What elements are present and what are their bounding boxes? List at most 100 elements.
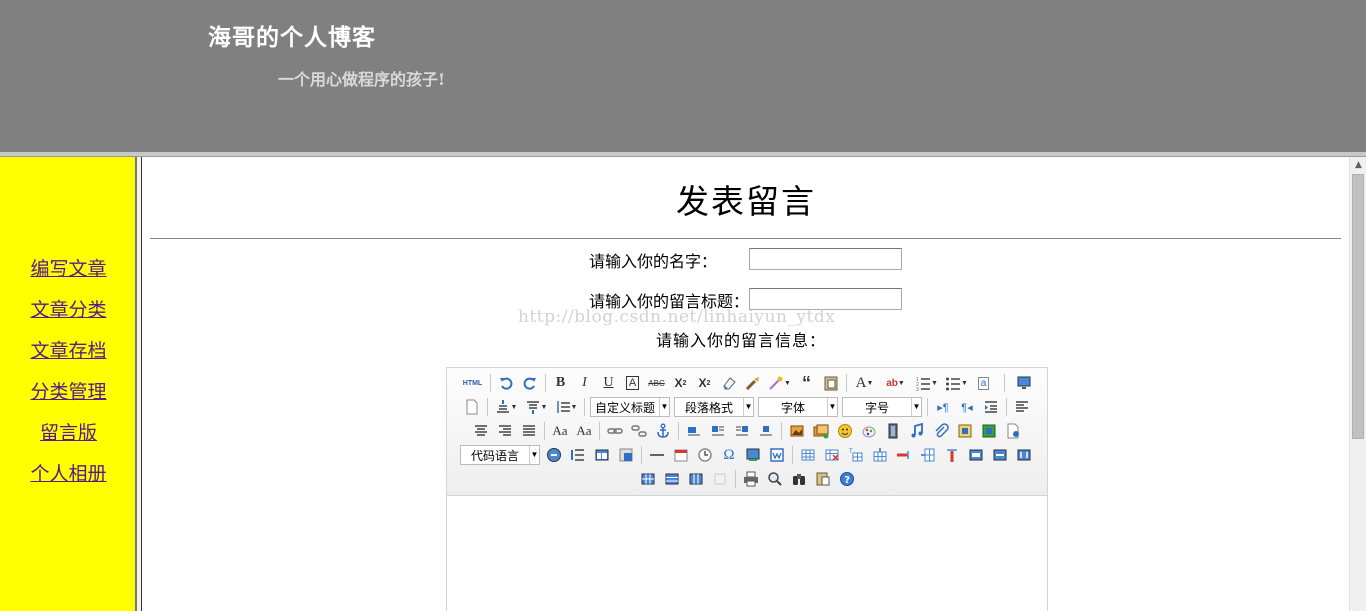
- lowercase-icon[interactable]: Aa: [574, 421, 594, 441]
- superscript-icon[interactable]: X2: [671, 373, 691, 393]
- row-spacing-top-icon[interactable]: ▼: [493, 397, 519, 417]
- image-center-icon[interactable]: [756, 421, 776, 441]
- editor-content-area[interactable]: [447, 497, 1047, 611]
- scrollbar-thumb[interactable]: [1352, 174, 1364, 439]
- rtl-direction-icon[interactable]: ¶◂: [957, 397, 977, 417]
- html-source-icon[interactable]: HTML: [461, 373, 485, 393]
- template-icon[interactable]: [592, 445, 612, 465]
- select-all-icon[interactable]: a: [974, 373, 994, 393]
- delete-table-icon[interactable]: [822, 445, 842, 465]
- chart-icon[interactable]: [710, 469, 730, 489]
- row-spacing-bottom-icon[interactable]: ▼: [523, 397, 549, 417]
- binoculars-icon[interactable]: [789, 469, 809, 489]
- auto-format-icon[interactable]: ▼: [767, 373, 793, 393]
- preview-icon[interactable]: [1014, 373, 1034, 393]
- paragraph-format-select[interactable]: 段落格式 ▼: [674, 397, 754, 417]
- vertical-scrollbar[interactable]: ▲: [1349, 157, 1366, 611]
- sidebar-item-guestbook[interactable]: 留言版: [0, 419, 137, 460]
- highlight-color-icon[interactable]: ab ▼: [882, 373, 910, 393]
- image-right-icon[interactable]: [732, 421, 752, 441]
- new-document-icon[interactable]: [462, 397, 482, 417]
- paste-plain-icon[interactable]: [821, 373, 841, 393]
- split-to-cols-icon[interactable]: [686, 469, 706, 489]
- strikethrough-icon[interactable]: ABC: [647, 373, 667, 393]
- split-to-rows-icon[interactable]: [662, 469, 682, 489]
- insert-paragraph-before-table-icon[interactable]: T: [846, 445, 866, 465]
- delete-col-icon[interactable]: [942, 445, 962, 465]
- insert-row-icon[interactable]: [870, 445, 890, 465]
- directory-icon[interactable]: [568, 445, 588, 465]
- image-none-icon[interactable]: [684, 421, 704, 441]
- special-chars-icon[interactable]: Ω: [719, 445, 739, 465]
- split-to-cells-icon[interactable]: [638, 469, 658, 489]
- name-input[interactable]: [749, 248, 902, 270]
- indent-icon[interactable]: [981, 397, 1001, 417]
- rich-text-editor: HTML B I U A ABC X2 X2 ▼ “ A ▼ ab ▼ 1 2 …: [446, 367, 1048, 611]
- ltr-direction-icon[interactable]: ▸¶: [933, 397, 953, 417]
- font-family-select[interactable]: 字体 ▼: [758, 397, 838, 417]
- anchor-icon[interactable]: [653, 421, 673, 441]
- blockquote-icon[interactable]: “: [797, 373, 817, 393]
- underline-icon[interactable]: U: [599, 373, 619, 393]
- merge-right-icon[interactable]: [990, 445, 1010, 465]
- unlink-icon[interactable]: [629, 421, 649, 441]
- line-height-icon[interactable]: ▼: [553, 397, 579, 417]
- subscript-icon[interactable]: X2: [695, 373, 715, 393]
- print-icon[interactable]: [741, 469, 761, 489]
- bold-icon[interactable]: B: [551, 373, 571, 393]
- scroll-up-arrow-icon[interactable]: ▲: [1350, 157, 1366, 174]
- date-icon[interactable]: [671, 445, 691, 465]
- help-icon[interactable]: ?: [837, 469, 857, 489]
- align-right-icon[interactable]: [495, 421, 515, 441]
- align-justify-icon[interactable]: [519, 421, 539, 441]
- attachment-icon[interactable]: [931, 421, 951, 441]
- sidebar: 编写文章 文章分类 文章存档 分类管理 留言版 个人相册: [0, 157, 137, 611]
- snapscreen-icon[interactable]: [743, 445, 763, 465]
- unordered-list-icon[interactable]: ▼: [944, 373, 970, 393]
- sidebar-item-article-categories[interactable]: 文章分类: [0, 296, 137, 337]
- align-left-icon[interactable]: [1012, 397, 1032, 417]
- word-image-icon[interactable]: [767, 445, 787, 465]
- search-replace-icon[interactable]: [765, 469, 785, 489]
- insert-col-icon[interactable]: [918, 445, 938, 465]
- multi-image-icon[interactable]: [811, 421, 831, 441]
- time-icon[interactable]: [695, 445, 715, 465]
- font-color-icon[interactable]: A ▼: [852, 373, 878, 393]
- undo-icon[interactable]: [496, 373, 516, 393]
- eraser-icon[interactable]: [719, 373, 739, 393]
- sidebar-item-write-article[interactable]: 编写文章: [0, 255, 137, 296]
- format-painter-icon[interactable]: [743, 373, 763, 393]
- emotion-icon[interactable]: [835, 421, 855, 441]
- merge-down-icon[interactable]: [1014, 445, 1034, 465]
- clipboard-icon[interactable]: [813, 469, 833, 489]
- toolbar-row: ▼ ▼ ▼ 自定义标题 ▼ 段落格式 ▼ 字体 ▼ 字号 ▼ ▸¶ ¶◂: [447, 395, 1047, 419]
- insert-image-icon[interactable]: [787, 421, 807, 441]
- ordered-list-icon[interactable]: 1 2 3 ▼: [914, 373, 940, 393]
- sidebar-item-photo-album[interactable]: 个人相册: [0, 460, 137, 501]
- horizontal-rule-icon[interactable]: [647, 445, 667, 465]
- italic-icon[interactable]: I: [575, 373, 595, 393]
- insert-frame-icon[interactable]: [955, 421, 975, 441]
- sidebar-item-category-management[interactable]: 分类管理: [0, 378, 137, 419]
- redo-icon[interactable]: [520, 373, 540, 393]
- image-left-icon[interactable]: [708, 421, 728, 441]
- svg-text:?: ?: [844, 475, 850, 486]
- font-size-select[interactable]: 字号 ▼: [842, 397, 922, 417]
- insert-code-icon[interactable]: [544, 445, 564, 465]
- merge-cells-icon[interactable]: [966, 445, 986, 465]
- align-center-icon[interactable]: [471, 421, 491, 441]
- insert-music-icon[interactable]: [907, 421, 927, 441]
- code-language-select[interactable]: 代码语言 ▼: [460, 445, 540, 465]
- scrawl-icon[interactable]: [859, 421, 879, 441]
- delete-row-icon[interactable]: [894, 445, 914, 465]
- sidebar-item-article-archive[interactable]: 文章存档: [0, 337, 137, 378]
- google-map-icon[interactable]: [979, 421, 999, 441]
- custom-heading-select[interactable]: 自定义标题 ▼: [590, 397, 670, 417]
- insert-video-icon[interactable]: [883, 421, 903, 441]
- uppercase-icon[interactable]: Aa: [550, 421, 570, 441]
- link-icon[interactable]: [605, 421, 625, 441]
- page-break-icon[interactable]: [1003, 421, 1023, 441]
- font-border-icon[interactable]: A: [623, 373, 643, 393]
- insert-table-icon[interactable]: [798, 445, 818, 465]
- background-icon[interactable]: [616, 445, 636, 465]
